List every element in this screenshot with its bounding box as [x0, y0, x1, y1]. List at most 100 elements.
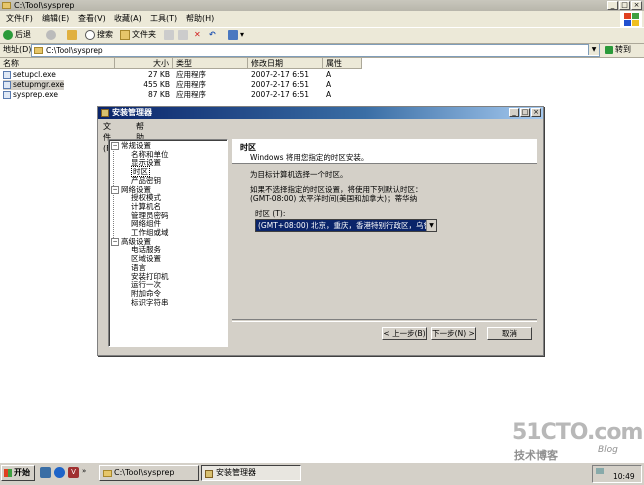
up-folder-button[interactable]	[67, 29, 79, 41]
quicklaunch-overflow-icon[interactable]: »	[82, 467, 86, 475]
start-button[interactable]: 开始	[1, 465, 35, 481]
timezone-prompt: 为目标计算机选择一个时区。	[250, 170, 348, 179]
delete-button[interactable]: ✕	[194, 29, 201, 41]
file-name: sysprep.exe	[3, 90, 58, 100]
watermark-subtitle: 技术博客	[514, 449, 558, 462]
file-row[interactable]: setupcl.exe 27 KB 应用程序 2007-2-17 6:51 A	[0, 70, 644, 80]
maximize-button[interactable]: □	[619, 1, 630, 10]
address-input[interactable]: C:\Tool\sysprep	[31, 44, 600, 57]
dialog-close-button[interactable]: ×	[531, 108, 541, 117]
dialog-minimize-button[interactable]: _	[509, 108, 519, 117]
setup-manager-icon	[205, 470, 213, 478]
folder-icon	[103, 470, 112, 477]
dialog-maximize-button[interactable]: □	[520, 108, 530, 117]
cancel-button[interactable]: 取消	[487, 327, 532, 340]
column-header-modified[interactable]: 修改日期	[248, 58, 323, 69]
menu-edit[interactable]: 编辑(E)	[42, 13, 69, 24]
vmware-icon[interactable]: V	[68, 467, 79, 478]
tree-node-label: 计算机名	[131, 201, 161, 211]
show-desktop-icon[interactable]	[40, 467, 51, 478]
search-button[interactable]: 搜索	[85, 29, 113, 41]
watermark: 51CTO.com 技术博客 Blog	[512, 420, 643, 462]
column-header-size[interactable]: 大小	[115, 58, 173, 69]
menu-help[interactable]: 帮助(H)	[186, 13, 214, 24]
go-button[interactable]: 转到	[605, 44, 631, 56]
undo-icon: ↶	[209, 30, 216, 39]
network-icon[interactable]	[596, 468, 604, 474]
task-explorer[interactable]: C:\Tool\sysprep	[99, 465, 199, 481]
file-type: 应用程序	[176, 70, 206, 79]
back-button[interactable]: 后退	[3, 29, 31, 41]
back-arrow-icon	[3, 29, 13, 40]
back-button[interactable]: < 上一步(B)	[382, 327, 427, 340]
next-button[interactable]: 下一步(N) >	[431, 327, 476, 340]
dialog-titlebar[interactable]: 安装管理器 _ □ ×	[98, 107, 543, 119]
address-dropdown-button[interactable]: ▼	[588, 44, 599, 55]
up-folder-icon	[67, 29, 77, 40]
file-modified: 2007-2-17 6:51	[251, 80, 310, 89]
internet-explorer-icon[interactable]	[54, 467, 65, 478]
page-header: 时区 Windows 将用您指定的时区安装。	[232, 139, 537, 164]
timezone-select[interactable]: (GMT+08:00) 北京，重庆，香港特别行政区，乌鲁木齐 ▼	[255, 219, 437, 232]
close-button[interactable]: ×	[631, 1, 642, 10]
folder-icon	[2, 2, 11, 9]
forward-button[interactable]	[46, 29, 58, 41]
tree-node-label: 工作组或域	[131, 228, 169, 238]
column-header-name[interactable]: 名称	[0, 58, 115, 69]
tree-node-label: 网络组件	[131, 219, 161, 229]
menu-view[interactable]: 查看(V)	[78, 13, 106, 24]
timezone-page: 时区 Windows 将用您指定的时区安装。 为目标计算机选择一个时区。 如果不…	[232, 139, 537, 345]
file-size: 87 KB	[148, 90, 170, 99]
menu-file[interactable]: 文件(F)	[6, 13, 33, 24]
minimize-button[interactable]: _	[607, 1, 618, 10]
file-attributes: A	[326, 90, 332, 99]
file-name: setupmgr.exe	[3, 80, 65, 90]
column-header-type[interactable]: 类型	[173, 58, 248, 69]
address-label: 地址(D)	[3, 45, 32, 54]
exe-file-icon	[3, 81, 11, 89]
file-type: 应用程序	[176, 80, 206, 89]
page-description: Windows 将用您指定的时区安装。	[250, 153, 369, 162]
settings-tree[interactable]: − 常规设置 名称和单位 显示设置 时区 产品密钥 − 网络设置 授权模式 计算机名 管理员密码 网络…	[108, 139, 228, 347]
undo-button[interactable]: ↶	[209, 29, 216, 41]
collapse-icon[interactable]: −	[111, 142, 119, 150]
copy-to-button[interactable]	[178, 29, 190, 41]
copy-to-icon	[178, 29, 188, 40]
search-icon	[85, 29, 95, 40]
column-header-attributes[interactable]: 属性	[323, 58, 362, 69]
tree-node-label: 标识字符串	[131, 297, 169, 307]
folders-button[interactable]: 文件夹	[120, 29, 156, 41]
move-to-button[interactable]	[164, 29, 176, 41]
setup-manager-dialog: 安装管理器 _ □ × 文件(F) 帮助(H) −常规设置名称和单位显示设置时区…	[97, 106, 544, 356]
chevron-down-icon[interactable]: ▼	[426, 220, 436, 231]
windows-logo-icon	[620, 11, 642, 27]
tree-nodes: − 常规设置 名称和单位 显示设置 时区 产品密钥 − 网络设置 授权模式 计算机名 管理员密码 网络…	[111, 141, 169, 308]
file-row[interactable]: sysprep.exe 87 KB 应用程序 2007-2-17 6:51 A	[0, 90, 644, 100]
task-setup-manager[interactable]: 安装管理器	[201, 465, 301, 481]
folder-icon	[34, 47, 43, 54]
collapse-icon[interactable]: −	[111, 185, 119, 194]
menu-tools[interactable]: 工具(T)	[150, 13, 177, 24]
button-divider	[232, 319, 537, 322]
file-row[interactable]: setupmgr.exe 455 KB 应用程序 2007-2-17 6:51 …	[0, 80, 644, 90]
tree-node-label: 授权模式	[131, 193, 161, 203]
file-size: 455 KB	[143, 80, 170, 89]
setup-manager-icon	[101, 109, 109, 117]
system-tray: 10:49	[592, 465, 642, 483]
views-button[interactable]: ▾	[228, 29, 244, 41]
clock[interactable]: 10:49	[613, 472, 635, 481]
menu-favorites[interactable]: 收藏(A)	[114, 13, 142, 24]
taskbar: 开始 V » C:\Tool\sysprep 安装管理器 10:49	[0, 462, 644, 485]
delete-icon: ✕	[194, 30, 201, 39]
explorer-title: C:\Tool\sysprep	[14, 1, 75, 10]
file-modified: 2007-2-17 6:51	[251, 90, 310, 99]
tree-node[interactable]: 标识字符串	[111, 297, 169, 308]
views-icon	[228, 29, 238, 40]
file-modified: 2007-2-17 6:51	[251, 70, 310, 79]
chevron-down-icon: ▼	[591, 46, 597, 53]
address-value: C:\Tool\sysprep	[46, 46, 103, 55]
explorer-titlebar[interactable]: C:\Tool\sysprep _ □ ×	[0, 0, 644, 11]
collapse-icon[interactable]: −	[111, 237, 119, 246]
default-timezone-note: 如果不选择指定的时区设置，将使用下列默认时区：	[250, 185, 423, 194]
file-type: 应用程序	[176, 90, 206, 99]
